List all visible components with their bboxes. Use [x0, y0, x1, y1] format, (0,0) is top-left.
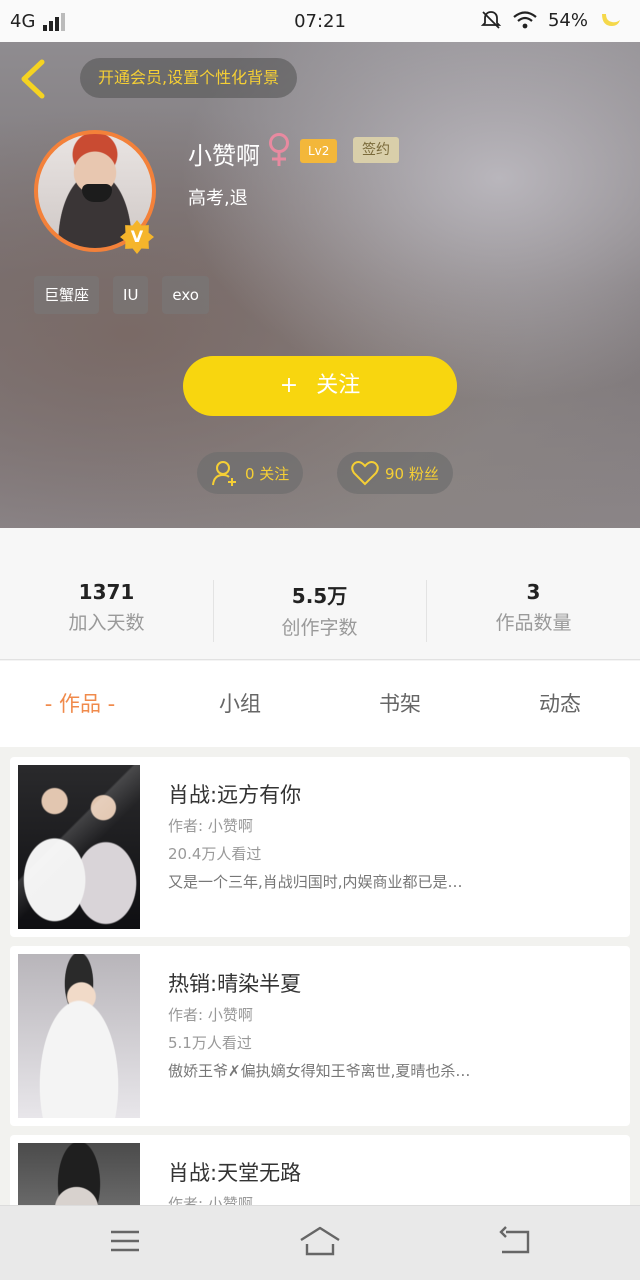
tab-works[interactable]: - 作品 -	[0, 661, 160, 747]
tag-item: IU	[113, 276, 149, 314]
tag-list: 巨蟹座 IU exo	[34, 276, 209, 314]
tab-bookshelf[interactable]: 书架	[320, 661, 480, 747]
work-card[interactable]: 肖战:天堂无路 作者: 小赞啊	[10, 1135, 630, 1205]
follow-label: 关注	[316, 373, 361, 398]
tab-activity[interactable]: 动态	[480, 661, 640, 747]
bio-text: 高考,退	[188, 188, 248, 209]
system-nav-bar	[0, 1205, 640, 1280]
work-views: 20.4万人看过	[168, 845, 262, 863]
vip-background-banner[interactable]: 开通会员,设置个性化背景	[80, 58, 298, 98]
tab-bar: - 作品 - 小组 书架 动态	[0, 661, 640, 747]
stat-label: 创作字数	[281, 617, 358, 639]
tab-groups[interactable]: 小组	[160, 661, 320, 747]
plus-icon: +	[279, 373, 299, 398]
follow-button[interactable]: + 关注	[183, 356, 457, 416]
wifi-icon	[513, 11, 537, 29]
following-count: 0 关注	[245, 464, 290, 483]
stats-panel: 1371 加入天数 5.5万 创作字数 3 作品数量	[0, 528, 640, 660]
back-icon[interactable]	[498, 1224, 532, 1258]
work-title: 肖战:天堂无路	[168, 1161, 302, 1185]
stat-works-count: 3 作品数量	[427, 580, 640, 635]
fans-count: 90 粉丝	[385, 464, 439, 483]
work-title: 肖战:远方有你	[168, 783, 302, 807]
book-cover	[18, 954, 140, 1118]
stat-label: 作品数量	[495, 612, 572, 634]
chevron-left-icon	[21, 59, 45, 99]
profile-header: 开通会员,设置个性化背景 V 小赞啊 Lv2 签约 高考,退 巨蟹座 IU ex…	[0, 42, 640, 528]
work-description: 又是一个三年,肖战归国时,内娱商业都已是…	[168, 873, 463, 891]
work-author: 作者: 小赞啊	[168, 1195, 253, 1205]
battery-label: 54%	[547, 9, 588, 31]
tag-item: exo	[162, 276, 209, 314]
back-button[interactable]	[14, 56, 54, 102]
work-title: 热销:晴染半夏	[168, 972, 302, 996]
book-cover	[18, 765, 140, 929]
fans-button[interactable]: 90 粉丝	[337, 452, 453, 494]
following-button[interactable]: 0 关注	[197, 452, 304, 494]
status-right: 54%	[480, 9, 622, 31]
work-card[interactable]: 热销:晴染半夏 作者: 小赞啊 5.1万人看过 傲娇王爷✗偏执嫡女得知王爷离世,…	[10, 946, 630, 1126]
book-cover	[18, 1143, 140, 1205]
signed-badge: 签约	[353, 137, 399, 163]
works-list: 肖战:远方有你 作者: 小赞啊 20.4万人看过 又是一个三年,肖战归国时,内娱…	[0, 747, 640, 1205]
mute-bell-icon	[480, 11, 502, 29]
username: 小赞啊	[188, 142, 260, 170]
stat-value: 5.5万	[291, 584, 348, 608]
work-author: 作者: 小赞啊	[168, 817, 253, 835]
work-views: 5.1万人看过	[168, 1034, 252, 1052]
menu-icon[interactable]	[108, 1224, 142, 1258]
stat-label: 加入天数	[68, 612, 145, 634]
work-card[interactable]: 肖战:远方有你 作者: 小赞啊 20.4万人看过 又是一个三年,肖战归国时,内娱…	[10, 757, 630, 937]
stat-value: 3	[526, 580, 541, 604]
status-bar: 4G 07:21 54%	[0, 0, 640, 42]
stat-value: 1371	[78, 580, 135, 604]
home-icon[interactable]	[298, 1224, 342, 1258]
tag-item: 巨蟹座	[34, 276, 100, 314]
battery-charging-icon	[602, 14, 620, 26]
heart-icon	[351, 461, 379, 486]
female-icon	[269, 133, 289, 166]
level-badge: Lv2	[300, 139, 338, 163]
stat-join-days: 1371 加入天数	[0, 580, 213, 635]
stat-word-count: 5.5万 创作字数	[213, 580, 426, 640]
work-description: 傲娇王爷✗偏执嫡女得知王爷离世,夏晴也杀…	[168, 1062, 471, 1080]
work-author: 作者: 小赞啊	[168, 1006, 253, 1024]
person-add-icon	[212, 461, 236, 486]
